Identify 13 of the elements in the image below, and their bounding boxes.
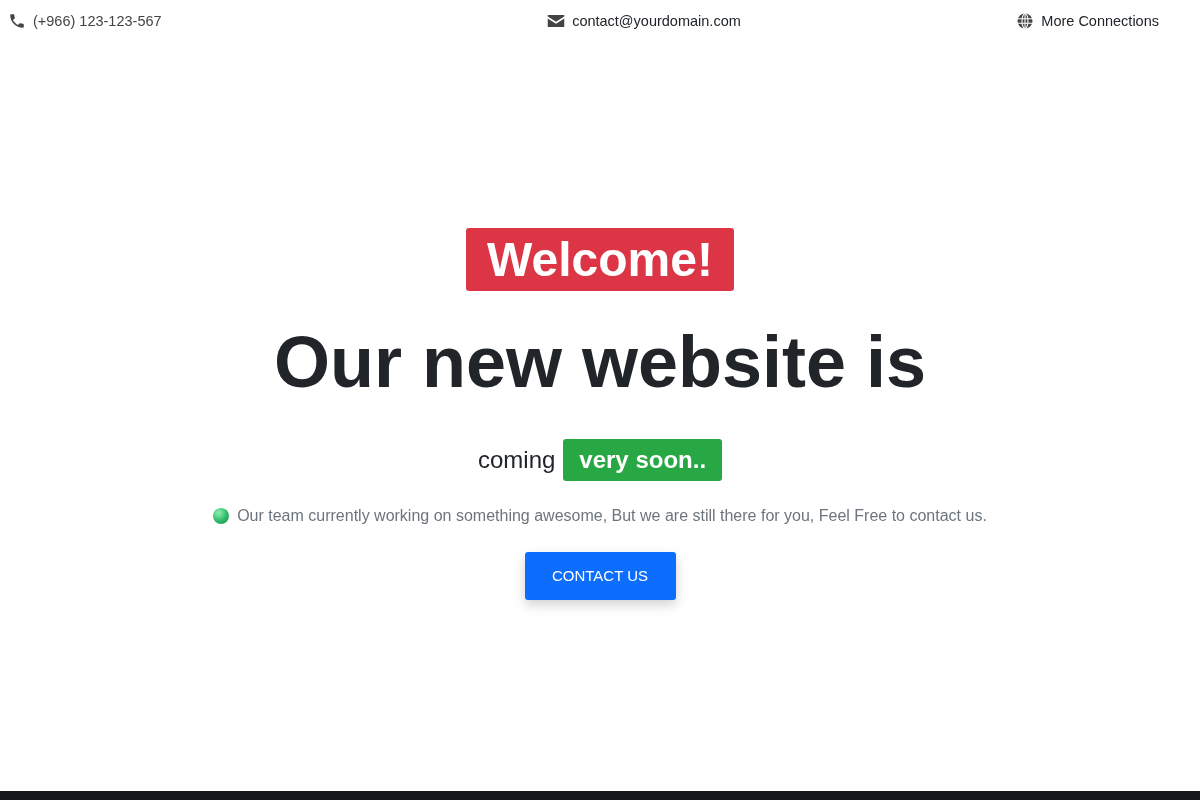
- soon-badge: very soon..: [563, 438, 723, 481]
- welcome-badge: Welcome!: [466, 227, 734, 291]
- sphere-icon: [213, 507, 230, 524]
- subheading: coming: [477, 445, 556, 474]
- globe-icon: [1016, 12, 1035, 30]
- envelope-icon: [547, 12, 566, 30]
- connections-link[interactable]: More Connections: [1041, 13, 1159, 29]
- phone-icon: [8, 12, 26, 30]
- email-address: contact@yourdomain.com: [572, 13, 741, 29]
- main-heading: Our new website is: [273, 320, 927, 404]
- phone-number: (+966) 123-123-567: [33, 13, 162, 29]
- contact-button[interactable]: CONTACT US: [524, 551, 676, 600]
- message-text: Our team currently working on something awesome, But we are still there for you, Feel Free to contact us.: [237, 506, 987, 525]
